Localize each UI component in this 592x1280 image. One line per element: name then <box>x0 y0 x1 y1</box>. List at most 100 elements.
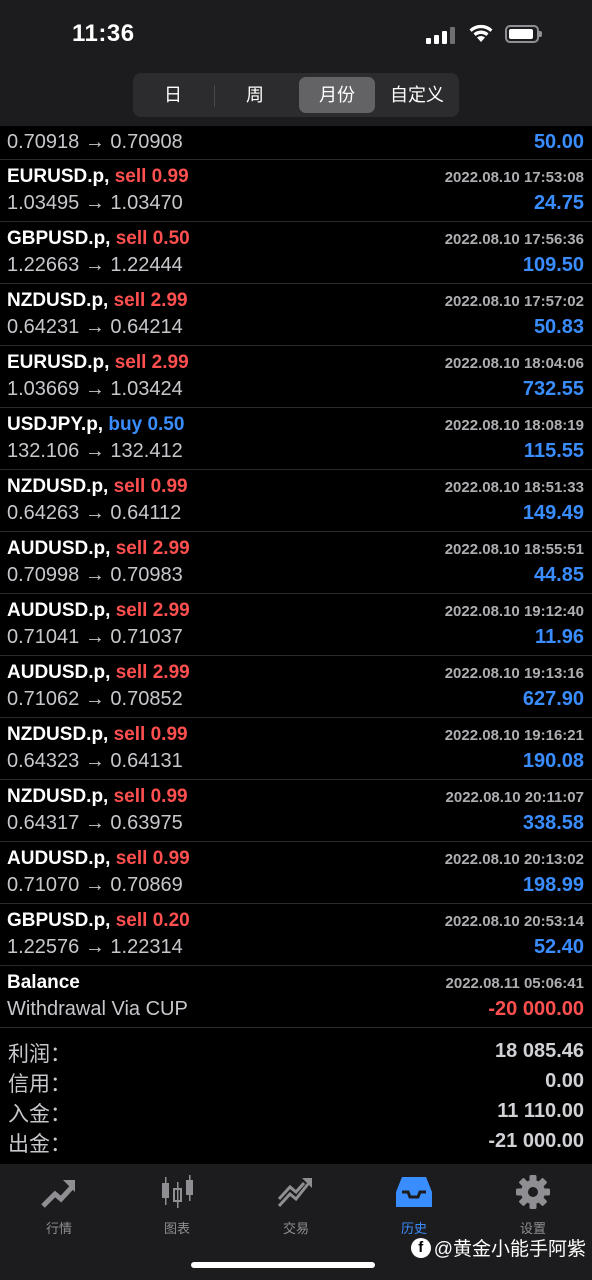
battery-icon <box>505 25 542 43</box>
trade-row[interactable]: GBPUSD.p, sell 0.50 2022.08.10 17:56:36 1.… <box>0 222 592 284</box>
trade-volume: 0.50 <box>147 414 185 435</box>
profit-value: 24.75 <box>533 192 584 214</box>
trade-side: sell <box>113 724 146 745</box>
trade-volume: 2.99 <box>150 290 188 311</box>
symbol: AUDUSD.p, <box>7 600 111 621</box>
price-change: 0.70998 → 0.70983 <box>7 564 183 586</box>
trade-volume: 0.99 <box>152 848 190 869</box>
symbol: GBPUSD.p, <box>7 228 111 249</box>
trade-volume: 0.20 <box>152 910 190 931</box>
price-change: 132.106 → 132.412 <box>7 440 183 462</box>
list-item[interactable]: 0.70918 → 0.70908 50.00 <box>0 126 592 160</box>
candlestick-icon <box>162 1175 193 1208</box>
trade-row[interactable]: EURUSD.p, sell 0.99 2022.08.10 17:53:08 1.… <box>0 160 592 222</box>
inbox-tray-icon <box>396 1177 432 1207</box>
symbol: NZDUSD.p, <box>7 786 109 807</box>
profit-value: 338.58 <box>522 812 584 834</box>
profit-value: 44.85 <box>533 564 584 586</box>
platform-logo-icon: f <box>410 1237 431 1258</box>
trade-row[interactable]: AUDUSD.p, sell 0.99 2022.08.10 20:13:02 0.… <box>0 842 592 904</box>
summary-label: 信用： <box>8 1073 71 1096</box>
trade-volume: 2.99 <box>152 600 190 621</box>
trade-row[interactable]: AUDUSD.p, sell 2.99 2022.08.10 19:13:16 0.… <box>0 656 592 718</box>
tab-month[interactable]: 月份 <box>299 77 375 113</box>
trade-title: GBPUSD.p, sell 0.20 <box>7 910 190 932</box>
price-change: 1.03669 → 1.03424 <box>7 378 183 400</box>
trade-side: sell <box>114 352 147 373</box>
trade-chart-icon <box>277 1178 312 1208</box>
trade-title: USDJPY.p, buy 0.50 <box>7 414 184 436</box>
profit-value: 149.49 <box>522 502 584 524</box>
trade-side: sell <box>113 476 146 497</box>
symbol: NZDUSD.p, <box>7 724 109 745</box>
status-time: 11:36 <box>72 20 135 47</box>
history-list[interactable]: 0.70918 → 0.70908 50.00 EURUSD.p, sell 0… <box>0 126 592 1164</box>
balance-comment: Withdrawal Via CUP <box>7 998 188 1020</box>
price-change: 0.70918 → 0.70908 <box>7 131 183 153</box>
home-indicator[interactable] <box>191 1262 375 1268</box>
symbol: AUDUSD.p, <box>7 848 111 869</box>
symbol: NZDUSD.p, <box>7 476 109 497</box>
profit-value: 11.96 <box>535 626 584 648</box>
summary-credit: 信用： 0.00 <box>0 1068 592 1098</box>
trade-title: AUDUSD.p, sell 2.99 <box>7 600 190 622</box>
trade-row[interactable]: AUDUSD.p, sell 2.99 2022.08.10 19:12:40 0.… <box>0 594 592 656</box>
profit-value: 50.00 <box>533 131 584 153</box>
trade-row[interactable]: USDJPY.p, buy 0.50 2022.08.10 18:08:19 132… <box>0 408 592 470</box>
trade-volume: 0.99 <box>150 724 188 745</box>
trade-volume: 2.99 <box>151 352 189 373</box>
symbol: AUDUSD.p, <box>7 538 111 559</box>
tab-charts[interactable]: 图表 <box>118 1174 236 1238</box>
tab-settings[interactable]: 设置 <box>474 1174 592 1238</box>
trade-row[interactable]: GBPUSD.p, sell 0.20 2022.08.10 20:53:14 1.… <box>0 904 592 966</box>
watermark: f @黄金小能手阿紫 <box>410 1234 586 1261</box>
trade-time: 2022.08.10 20:13:02 <box>444 851 584 868</box>
trade-row[interactable]: NZDUSD.p, sell 0.99 2022.08.10 20:11:07 0.… <box>0 780 592 842</box>
trade-row[interactable]: NZDUSD.p, sell 0.99 2022.08.10 18:51:33 0.… <box>0 470 592 532</box>
trade-volume: 2.99 <box>152 538 190 559</box>
trade-row[interactable]: EURUSD.p, sell 2.99 2022.08.10 18:04:06 1.… <box>0 346 592 408</box>
trade-time: 2022.08.10 18:08:19 <box>444 417 584 434</box>
trade-title: EURUSD.p, sell 0.99 <box>7 166 189 188</box>
tab-label: 图表 <box>163 1221 190 1236</box>
trade-side: sell <box>115 538 148 559</box>
trade-row[interactable]: NZDUSD.p, sell 2.99 2022.08.10 17:57:02 0.… <box>0 284 592 346</box>
wifi-icon <box>469 24 493 42</box>
balance-row[interactable]: Balance 2022.08.11 05:06:41 Withdrawal V… <box>0 966 592 1028</box>
tab-quotes[interactable]: 行情 <box>0 1174 118 1238</box>
summary-deposit: 入金： 11 110.00 <box>0 1098 592 1128</box>
trade-side: sell <box>114 166 147 187</box>
trade-time: 2022.08.10 18:51:33 <box>444 479 584 496</box>
symbol: USDJPY.p, <box>7 414 104 435</box>
profit-value: 109.50 <box>522 254 584 276</box>
profit-value: 52.40 <box>533 936 584 958</box>
tab-day[interactable]: 日 <box>135 77 211 113</box>
tab-trade[interactable]: 交易 <box>237 1174 355 1238</box>
trade-volume: 0.50 <box>152 228 190 249</box>
trade-row[interactable]: AUDUSD.p, sell 2.99 2022.08.10 18:55:51 0.… <box>0 532 592 594</box>
balance-time: 2022.08.11 05:06:41 <box>445 975 584 992</box>
profit-value: 198.99 <box>522 874 584 896</box>
trending-arrow-icon <box>41 1180 75 1208</box>
trade-side: sell <box>115 910 148 931</box>
trade-time: 2022.08.10 19:12:40 <box>444 603 584 620</box>
summary-label: 出金： <box>8 1133 71 1156</box>
trade-time: 2022.08.10 19:13:16 <box>444 665 584 682</box>
summary-value: -21 000.00 <box>488 1130 584 1152</box>
trade-time: 2022.08.10 18:04:06 <box>444 355 584 372</box>
trade-side: buy <box>108 414 143 435</box>
trade-side: sell <box>115 228 148 249</box>
summary-section: 利润： 18 085.46 信用： 0.00 入金： 11 110.00 出金：… <box>0 1028 592 1158</box>
trade-volume: 0.99 <box>151 166 189 187</box>
summary-withdrawal: 出金： -21 000.00 <box>0 1128 592 1158</box>
trade-time: 2022.08.10 18:55:51 <box>444 541 584 558</box>
trade-title: NZDUSD.p, sell 0.99 <box>7 476 188 498</box>
tab-week[interactable]: 周 <box>217 77 293 113</box>
summary-value: 18 085.46 <box>495 1040 584 1062</box>
trade-row[interactable]: NZDUSD.p, sell 0.99 2022.08.10 19:16:21 0.… <box>0 718 592 780</box>
tab-label: 行情 <box>45 1221 72 1236</box>
trade-time: 2022.08.10 20:11:07 <box>445 789 584 806</box>
tab-custom[interactable]: 自定义 <box>379 77 455 113</box>
gear-icon <box>516 1175 550 1209</box>
tab-history[interactable]: 历史 <box>355 1174 473 1238</box>
